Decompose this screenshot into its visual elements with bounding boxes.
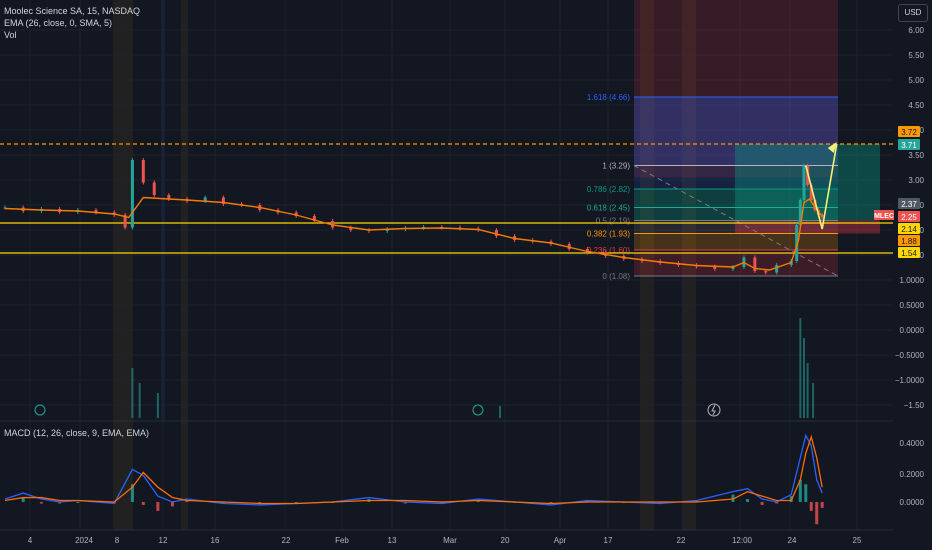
time-tick-label: 4	[28, 536, 33, 545]
macd-histogram-bar	[809, 502, 813, 511]
stop-zone	[634, 253, 838, 276]
price-tag: 1.88	[901, 237, 917, 246]
time-tick-label: 12	[159, 536, 168, 545]
macd-tick-label: 0.2000	[900, 470, 925, 479]
price-tick-label: 1.0000	[900, 276, 925, 285]
macd-histogram-bar	[170, 502, 174, 507]
candle-body	[764, 271, 768, 273]
chart-title: Moolec Science SA, 15, NASDAQ	[4, 6, 141, 16]
macd-histogram-bar	[760, 502, 764, 505]
price-tick-label: 3.50	[908, 151, 924, 160]
macd-histogram-bar	[804, 484, 808, 502]
fib-level-label: 0.236 (1.60)	[587, 246, 630, 255]
fib-band	[634, 233, 838, 250]
volume-bar	[799, 318, 802, 418]
price-tick-label: 0.5000	[900, 301, 925, 310]
vol-legend: Vol	[4, 30, 17, 40]
price-tick-label: 0.0000	[900, 326, 925, 335]
macd-histogram-bar	[76, 502, 80, 503]
candle-body	[152, 182, 156, 195]
trading-chart[interactable]: 1.618 (4.66) 1 (3.29) 0.786 (2.82) 0.618 (2…	[0, 0, 932, 550]
fib-level-label: 0 (1.08)	[602, 272, 630, 281]
volume-bar	[156, 393, 159, 418]
time-tick-label: Apr	[554, 536, 567, 545]
candle-body	[130, 160, 134, 228]
candle-body	[775, 265, 779, 273]
price-tag: 2.25	[901, 213, 917, 222]
volume-bar	[806, 363, 809, 418]
volume-bar	[131, 368, 134, 418]
macd-tick-label: 0.0000	[900, 498, 925, 507]
time-tick-label: Mar	[443, 536, 457, 545]
time-tick-label: 12:00	[732, 536, 753, 545]
volume-bar	[499, 406, 502, 418]
price-tick-label: 5.50	[908, 51, 924, 60]
macd-histogram-bar	[815, 502, 819, 525]
fib-level-label: 0.382 (1.93)	[587, 230, 630, 239]
price-tick-label: −0.5000	[895, 351, 925, 360]
macd-histogram-bar	[141, 502, 145, 505]
volume-bar	[802, 338, 805, 418]
candle-body	[494, 230, 498, 236]
price-tick-label: 3.00	[908, 176, 924, 185]
time-tick-label: 24	[788, 536, 797, 545]
candle-body	[802, 165, 806, 200]
price-tick-label: 4.50	[908, 101, 924, 110]
macd-legend: MACD (12, 26, close, 9, EMA, EMA)	[4, 428, 150, 438]
macd-histogram-bar	[820, 502, 824, 508]
macd-histogram-bar	[746, 499, 750, 502]
price-tick-label: −1.0000	[895, 376, 925, 385]
price-tick-label: 5.00	[908, 76, 924, 85]
time-tick-label: Feb	[335, 536, 349, 545]
price-tag: 3.71	[901, 141, 917, 150]
ema-legend: EMA (26, close, 0, SMA, 5)	[4, 18, 113, 28]
time-tick-label: 22	[677, 536, 686, 545]
macd-tick-label: 0.4000	[900, 439, 925, 448]
time-tick-label: 13	[388, 536, 397, 545]
candle-body	[203, 197, 207, 201]
time-tick-label: 8	[115, 536, 120, 545]
ticker-tag: MLEC	[874, 213, 894, 220]
currency-button[interactable]: USD	[898, 4, 928, 22]
fib-level-label: 0.786 (2.82)	[587, 185, 630, 194]
time-tick-label: 2024	[75, 536, 93, 545]
time-tick-label: 25	[853, 536, 862, 545]
time-tick-label: 20	[501, 536, 510, 545]
price-tick-label: −1.50	[904, 401, 925, 410]
macd-histogram-bar	[156, 502, 160, 511]
price-tag: 2.14	[901, 225, 917, 234]
time-tick-label: 22	[282, 536, 291, 545]
candle-body	[141, 160, 145, 183]
volume-bar	[138, 383, 141, 418]
time-tick-label: 17	[604, 536, 613, 545]
fib-level-label: 1.618 (4.66)	[587, 93, 630, 102]
volume-bar	[812, 383, 815, 418]
price-tag: 2.37	[901, 200, 917, 209]
fib-level-label: 1 (3.29)	[602, 162, 630, 171]
price-tick-label: 6.00	[908, 26, 924, 35]
price-tag: 3.72	[901, 128, 917, 137]
price-tag: 1.54	[901, 249, 917, 258]
time-tick-label: 16	[211, 536, 220, 545]
macd-histogram-bar	[39, 502, 43, 504]
fib-level-label: 0.618 (2.45)	[587, 204, 630, 213]
fib-level-label: 0.5 (2.19)	[596, 217, 631, 226]
